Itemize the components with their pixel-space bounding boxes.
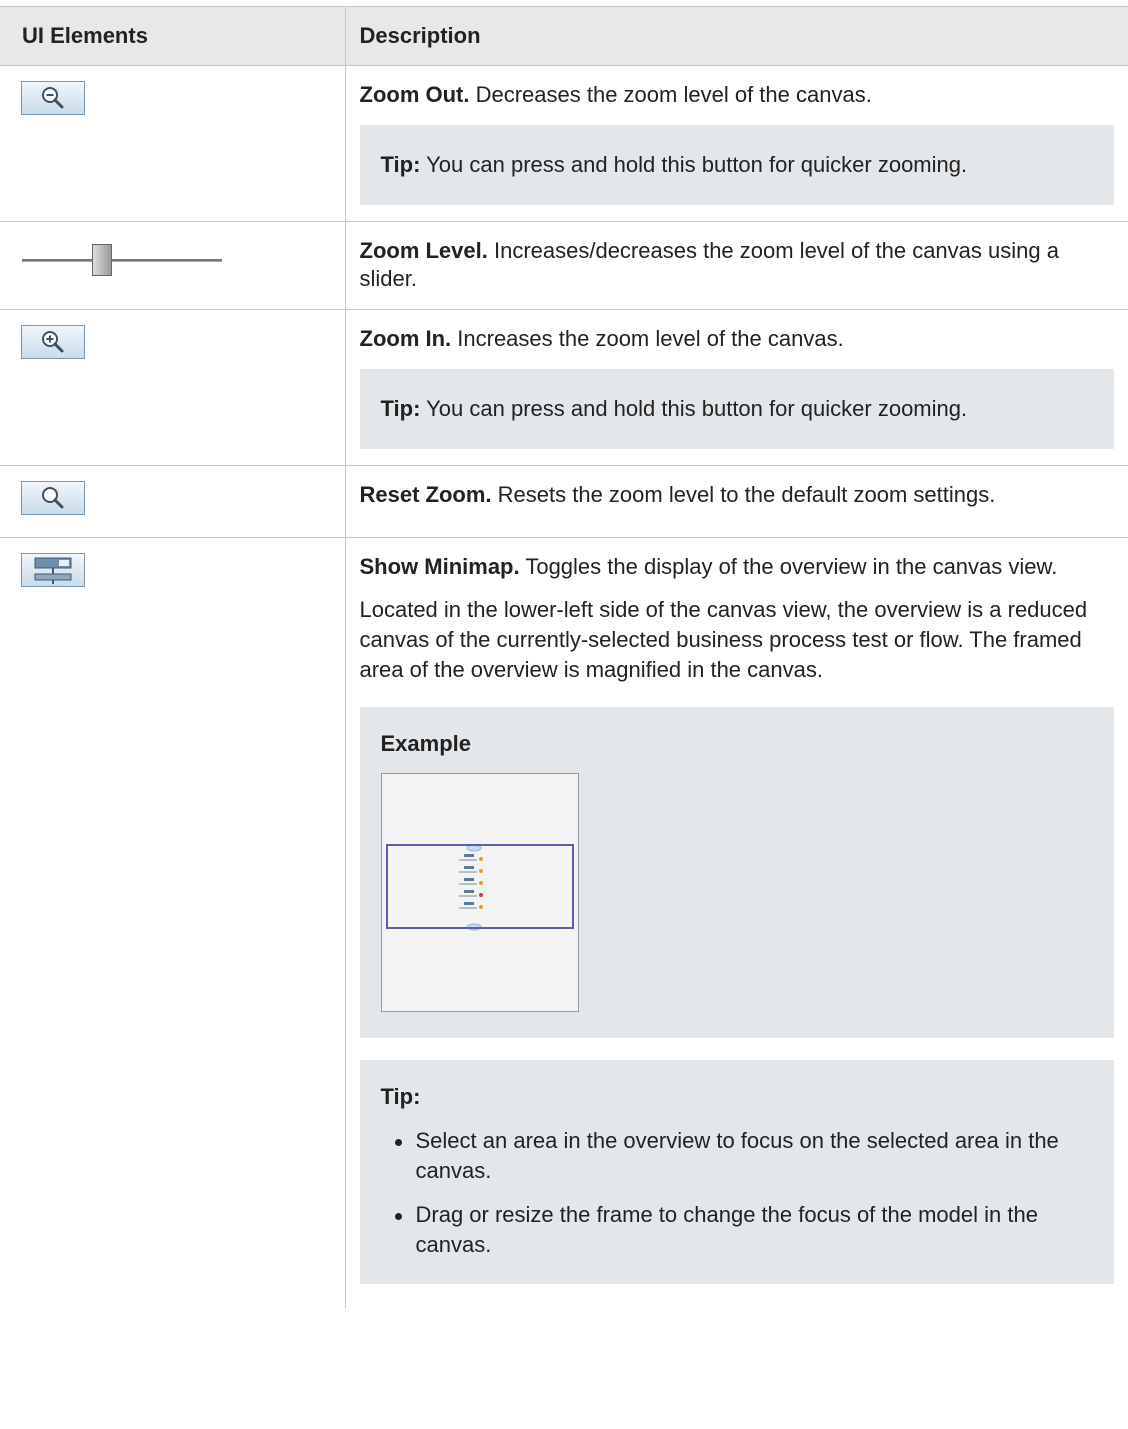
element-description: Toggles the display of the overview in t… xyxy=(519,554,1058,579)
description: Reset Zoom. Resets the zoom level to the… xyxy=(360,481,1115,509)
table-header-row: UI Elements Description xyxy=(0,6,1128,66)
element-title: Show Minimap. xyxy=(359,554,520,579)
tip-label: Tip: xyxy=(380,152,421,177)
table-row: Show Minimap. Toggles the display of the… xyxy=(0,537,1128,1309)
ui-elements-table: UI Elements Description Zoom Out. Decrea… xyxy=(0,6,1128,1308)
slider-track xyxy=(22,259,222,262)
show-minimap-icon xyxy=(21,553,85,587)
column-header-description: Description xyxy=(345,6,1128,66)
tip-label: Tip: xyxy=(380,1084,421,1109)
example-box: Example xyxy=(359,707,1114,1038)
list-item: Drag or resize the frame to change the f… xyxy=(381,1200,1095,1260)
element-description: Increases the zoom level of the canvas. xyxy=(451,326,844,351)
overview-paragraph: Located in the lower-left side of the ca… xyxy=(359,597,1088,682)
list-item: Select an area in the overview to focus … xyxy=(381,1126,1095,1186)
description-cell: Zoom In. Increases the zoom level of the… xyxy=(345,309,1128,466)
ui-element-cell xyxy=(0,309,346,466)
ui-element-cell xyxy=(0,465,346,538)
slider-thumb xyxy=(92,244,112,276)
table-row: Zoom Out. Decreases the zoom level of th… xyxy=(0,65,1128,222)
tip-text: You can press and hold this button for q… xyxy=(420,396,968,421)
column-header-ui-elements: UI Elements xyxy=(0,6,346,66)
description: Zoom Level. Increases/decreases the zoom… xyxy=(360,237,1115,293)
zoom-in-icon xyxy=(21,325,85,359)
tip-box: Tip: You can press and hold this button … xyxy=(359,125,1114,205)
ui-element-cell xyxy=(0,221,346,310)
tip-list: Select an area in the overview to focus … xyxy=(381,1126,1095,1260)
description-cell: Zoom Level. Increases/decreases the zoom… xyxy=(345,221,1128,310)
element-title: Zoom Level. xyxy=(359,238,488,263)
reset-zoom-icon xyxy=(21,481,85,515)
table-row: Zoom In. Increases the zoom level of the… xyxy=(0,309,1128,466)
description: Show Minimap. Toggles the display of the… xyxy=(360,553,1115,581)
example-label: Example xyxy=(380,731,472,756)
element-title: Zoom Out. xyxy=(359,82,470,107)
element-title: Reset Zoom. xyxy=(359,482,492,507)
minimap-image xyxy=(380,773,579,1012)
tip-box: Tip: Select an area in the overview to f… xyxy=(359,1060,1114,1284)
description: Zoom In. Increases the zoom level of the… xyxy=(360,325,1115,353)
tip-label: Tip: xyxy=(380,396,421,421)
zoom-level-slider xyxy=(22,241,222,281)
zoom-out-icon xyxy=(21,81,85,115)
element-description: Resets the zoom level to the default zoo… xyxy=(491,482,996,507)
table-row: Zoom Level. Increases/decreases the zoom… xyxy=(0,221,1128,310)
minimap-frame xyxy=(385,844,574,929)
element-title: Zoom In. xyxy=(359,326,452,351)
description: Zoom Out. Decreases the zoom level of th… xyxy=(360,81,1115,109)
ui-element-cell xyxy=(0,537,346,1308)
tip-box: Tip: You can press and hold this button … xyxy=(359,369,1114,449)
tip-text: You can press and hold this button for q… xyxy=(420,152,968,177)
description-cell: Show Minimap. Toggles the display of the… xyxy=(345,538,1128,1309)
element-description: Decreases the zoom level of the canvas. xyxy=(469,82,872,107)
ui-element-cell xyxy=(0,65,346,222)
description-cell: Reset Zoom. Resets the zoom level to the… xyxy=(345,465,1128,538)
table-row: Reset Zoom. Resets the zoom level to the… xyxy=(0,465,1128,538)
description-cell: Zoom Out. Decreases the zoom level of th… xyxy=(345,65,1128,222)
